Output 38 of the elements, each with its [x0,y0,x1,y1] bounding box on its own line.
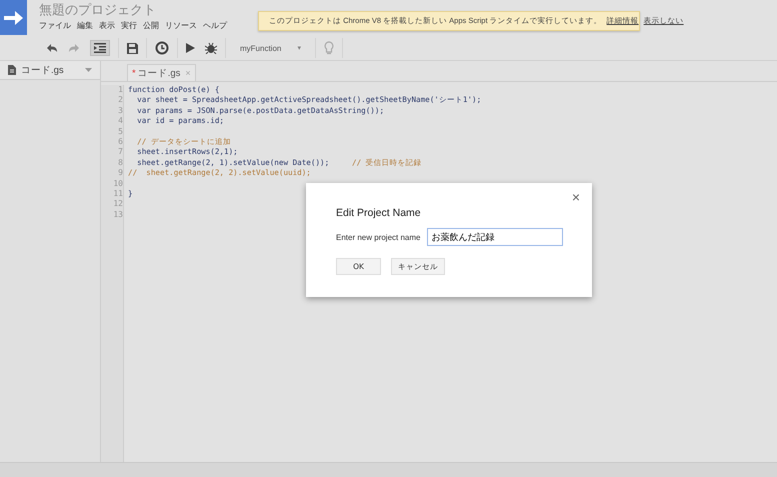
line-number: 11 [113,189,123,200]
save-icon[interactable] [127,42,138,54]
line-number: 9 [118,168,123,179]
undo-icon[interactable] [46,43,58,53]
line-number: 4 [118,116,123,127]
field-label: Enter new project name [336,232,420,242]
line-number: 12 [113,199,123,210]
menu-item[interactable]: ヘルプ [203,20,227,31]
logo[interactable] [0,0,27,35]
line-number: 8 [118,158,123,168]
line-number: 3 [118,106,123,116]
document-icon [8,65,16,75]
bug-icon[interactable] [205,42,217,54]
indent-button[interactable] [90,40,110,56]
file-name: コード.gs [21,64,64,76]
line-number: 13 [113,210,123,220]
menu-item[interactable]: 表示 [99,20,115,31]
menu-item[interactable]: 編集 [77,20,93,31]
clock-icon[interactable] [155,41,169,55]
line-number: 6 [118,137,123,148]
line-number: 7 [118,147,123,158]
close-icon[interactable]: × [572,189,580,205]
editor-tab[interactable]: * コード.gs × [127,64,196,81]
dialog-title: Edit Project Name [336,207,422,219]
menu-item[interactable]: リソース [165,20,197,31]
line-number: 5 [118,126,123,138]
line-number: 1 [118,85,123,96]
run-icon[interactable] [186,43,195,53]
menu-item[interactable]: 実行 [121,20,137,31]
arrow-icon [4,10,24,26]
menu-item[interactable]: ファイル [39,20,71,31]
menu-item[interactable]: 公開 [143,20,159,31]
modified-mark: * [132,68,136,78]
file-item[interactable]: コード.gs [0,61,100,80]
tab-label: コード.gs [138,66,180,80]
line-number: 2 [118,95,123,106]
line-number: 10 [113,178,123,190]
input-field[interactable]: お薬飲んだ記録 [426,228,562,246]
